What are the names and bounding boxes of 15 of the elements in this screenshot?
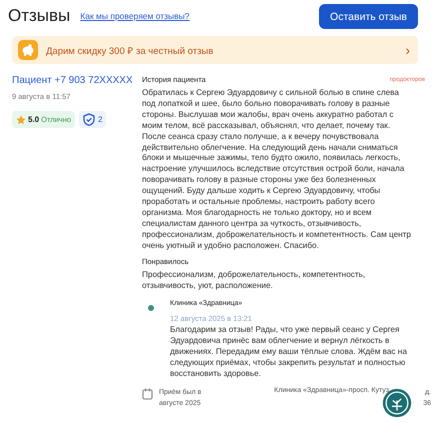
verified-badge: 2	[79, 111, 106, 128]
section-title: Отзывы	[8, 6, 70, 26]
promo-text: Дарим скидку 300 ₽ за честный отзыв	[46, 44, 214, 56]
author-name[interactable]: Пациент +7 903 72XXXXX	[12, 75, 139, 86]
calendar-icon	[142, 388, 153, 400]
piggy-bank-icon	[18, 40, 38, 60]
leave-review-button[interactable]: Оставить отзыв	[319, 4, 418, 28]
chevron-icon: ›	[405, 42, 410, 58]
reply-text: Благодарим за отзыв! Рады, что уже первый сеанс у Сергея Эдуардовича принёс вам облегчение и вернул лёгкость в движениях. Передадим ему ваши тёплые слова. Ждём вас на следующих приёмах, чтобы закрепить результат и полностью восстановить здоровье.	[170, 325, 408, 380]
promo-banner[interactable]: Дарим скидку 300 ₽ за честный отзыв ›	[12, 36, 418, 64]
star-icon	[16, 114, 26, 124]
review-text: Обратилась к Сергею Эдуардовичу с сильной болью в спине слева под лопаткой и шее, было больно поворачивать голову в разные стороны. Выслушав мои жалобы, врач очень аккуратно работал с моим телом, всё рассказывал, объяснял, что делает, почему так. После сеанса сразу стало получше, а к вечеру почувствовала действительно облегчение. На следующий день начали сниматься блоки и мышечные зажимы, тело будто ожило, появилась легкость, настроение улучшилось вследствие отсутствия острой боли, начала поворачивать голову в разные стороны уже без болезненных ощущений. Буду дальше ходить к Сергею Эдуардовичу, чтобы проработать и остальные проблемы, настроить работу всего организма. Моя благодарность не только доктору, но и всем специалистам данного центра за чуткость, отзывчивость, профессионализм, доброжелательность и компетентность. Сам центр очень уютный и удобно расположен. Спасибо.	[142, 88, 411, 252]
shield-check-icon	[83, 113, 96, 126]
help-link[interactable]: Как мы проверяем отзывы?	[80, 11, 320, 21]
liked-text: Профессионализм, доброжелательность, компетентность, отзывчивость, уют, расположение.	[142, 270, 366, 292]
